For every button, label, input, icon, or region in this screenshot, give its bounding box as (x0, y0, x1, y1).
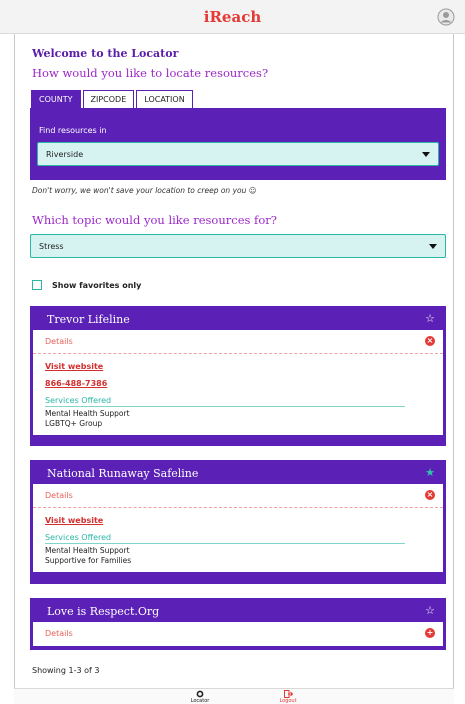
tab-zipcode[interactable]: ZIPCODE (82, 90, 135, 109)
visit-website-link[interactable]: Visit website (45, 516, 431, 525)
resource-details: Visit website Services Offered Mental He… (33, 508, 443, 572)
favorites-toggle: Show favorites only (32, 280, 141, 290)
details-toggle[interactable]: Details × (33, 484, 443, 508)
nav-label-logout: Logout (279, 698, 297, 704)
profile-icon[interactable] (437, 8, 455, 26)
details-label: Details (45, 491, 73, 500)
chevron-down-icon (429, 244, 437, 249)
services-divider (45, 406, 405, 407)
resource-card-header: Trevor Lifeline ☆ (33, 306, 443, 330)
top-bar: iReach (0, 0, 465, 34)
locator-icon (196, 690, 204, 698)
star-icon[interactable]: ☆ (425, 312, 435, 325)
resource-card-header: National Runaway Safeline ★ (33, 460, 443, 484)
find-resources-label: Find resources in (39, 126, 107, 135)
app-title: iReach (203, 8, 262, 26)
service-item: Mental Health Support (45, 409, 130, 418)
star-filled-icon[interactable]: ★ (425, 466, 435, 479)
services-divider (45, 543, 405, 544)
tab-county[interactable]: COUNTY (31, 90, 81, 109)
details-label: Details (45, 337, 73, 346)
resource-title: Love is Respect.Org (47, 605, 160, 618)
collapse-icon[interactable]: × (425, 490, 435, 500)
details-label: Details (45, 629, 73, 638)
topic-select-value: Stress (39, 242, 64, 251)
results-summary: Showing 1-3 of 3 (32, 666, 100, 675)
resource-card-body: Details × Visit website 866-488-7386 Ser… (33, 330, 443, 435)
locate-question: How would you like to locate resources? (32, 66, 269, 80)
nav-label-locator: Locator (190, 698, 210, 704)
nav-item-logout[interactable]: Logout (268, 690, 308, 704)
expand-icon[interactable]: + (425, 628, 435, 638)
nav-item-locator[interactable]: Locator (180, 690, 220, 704)
locate-tabs: COUNTY ZIPCODE LOCATION (31, 90, 195, 109)
resource-title: National Runaway Safeline (47, 467, 199, 480)
county-select[interactable]: Riverside (37, 142, 439, 166)
resource-title: Trevor Lifeline (47, 313, 130, 326)
visit-website-link[interactable]: Visit website (45, 362, 431, 371)
details-toggle[interactable]: Details + (33, 622, 443, 646)
phone-link[interactable]: 866-488-7386 (45, 379, 431, 388)
bottom-nav: Locator Logout (14, 688, 454, 704)
details-toggle[interactable]: Details × (33, 330, 443, 354)
county-select-value: Riverside (46, 150, 84, 159)
resource-card-header: Love is Respect.Org ☆ (33, 598, 443, 622)
resource-card-body: Details + (33, 622, 443, 646)
topic-select[interactable]: Stress (30, 234, 446, 258)
chevron-down-icon (422, 152, 430, 157)
star-icon[interactable]: ☆ (425, 604, 435, 617)
resource-card: National Runaway Safeline ★ Details × Vi… (30, 460, 446, 584)
resource-details: Visit website 866-488-7386 Services Offe… (33, 354, 443, 435)
logout-icon (283, 690, 293, 698)
welcome-heading: Welcome to the Locator (32, 47, 179, 60)
topic-question: Which topic would you like resources for… (32, 213, 277, 227)
services-title: Services Offered (45, 533, 112, 542)
collapse-icon[interactable]: × (425, 336, 435, 346)
privacy-note: Don't worry, we won't save your location… (32, 186, 257, 195)
resource-card: Trevor Lifeline ☆ Details × Visit websit… (30, 306, 446, 446)
service-item: Supportive for Families (45, 556, 132, 565)
favorites-checkbox[interactable] (32, 280, 42, 290)
tab-location[interactable]: LOCATION (136, 90, 193, 109)
resource-card: Love is Respect.Org ☆ Details + (30, 598, 446, 650)
services-title: Services Offered (45, 396, 112, 405)
service-item: LGBTQ+ Group (45, 419, 103, 428)
service-item: Mental Health Support (45, 546, 130, 555)
county-panel: Find resources in Riverside (30, 108, 446, 180)
resource-card-body: Details × Visit website Services Offered… (33, 484, 443, 572)
favorites-label: Show favorites only (52, 280, 142, 290)
